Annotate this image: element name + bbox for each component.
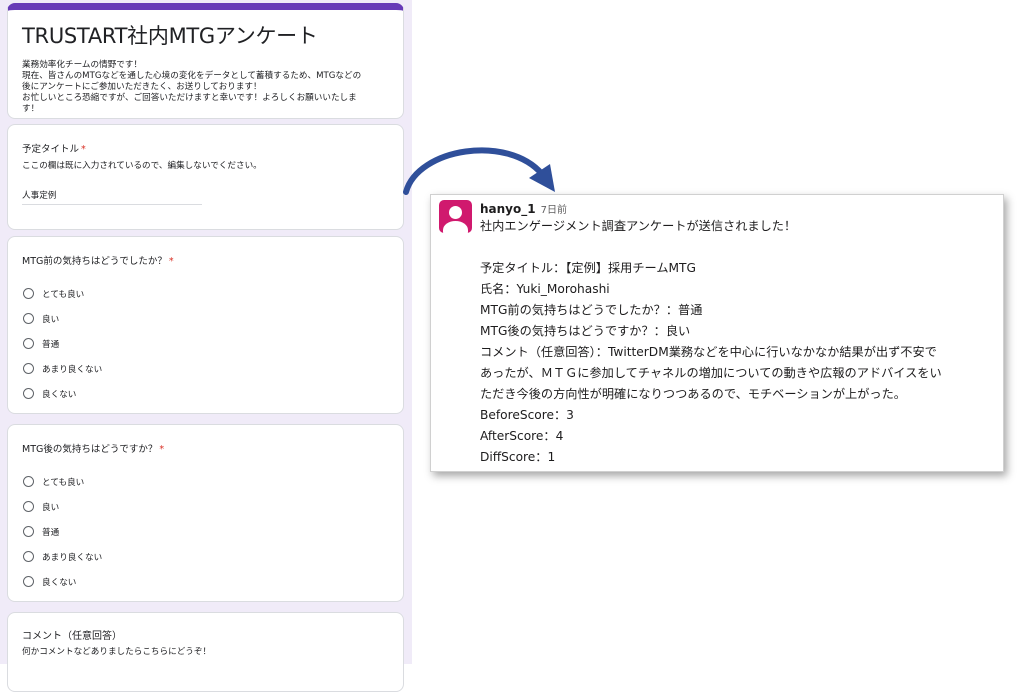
- question-label-text: 予定タイトル: [22, 144, 80, 155]
- radio-option-label: あまり良くない: [42, 552, 103, 563]
- radio-option[interactable]: 良くない: [22, 569, 102, 594]
- radio-button-icon[interactable]: [23, 551, 34, 562]
- form-description-line: 業務効率化チームの情野です！: [22, 60, 143, 70]
- radio-option[interactable]: とても良い: [22, 469, 102, 494]
- question-label-text: MTG前の気持ちはどうでしたか？: [22, 256, 167, 267]
- message-line: 氏名：Yuki_Morohashi: [480, 282, 610, 296]
- form-header-card: TRUSTART社内MTGアンケート 業務効率化チームの情野です！ 現在、皆さん…: [7, 3, 404, 119]
- required-mark: *: [81, 144, 86, 155]
- radio-group-before: とても良い 良い 普通 あまり良くない 良くない: [22, 281, 102, 406]
- message-line: AfterScore：4: [480, 429, 564, 443]
- message-line: BeforeScore：3: [480, 408, 574, 422]
- message-username[interactable]: hanyo_1: [480, 202, 536, 216]
- question-card-after: MTG後の気持ちはどうですか？ * とても良い 良い 普通 あまり良くない 良くな…: [7, 424, 404, 602]
- question-label: MTG後の気持ちはどうですか？ *: [22, 441, 389, 455]
- radio-option-label: あまり良くない: [42, 364, 103, 375]
- form-description: 業務効率化チームの情野です！ 現在、皆さんのMTGなどを通した心境の変化をデータ…: [22, 60, 389, 115]
- message-meta: hanyo_1 7日前: [480, 198, 567, 217]
- radio-button-icon[interactable]: [23, 526, 34, 537]
- radio-option[interactable]: あまり良くない: [22, 356, 102, 381]
- message-line: 予定タイトル：【定例】採用チームMTG: [480, 261, 696, 275]
- message-body: 社内エンゲージメント調査アンケートが送信されました！ 予定タイトル：【定例】採用…: [480, 216, 996, 468]
- question-help: 何かコメントなどありましたらこちらにどうぞ！: [22, 647, 212, 657]
- user-avatar-icon[interactable]: [439, 200, 472, 233]
- question-card-comment: コメント（任意回答） 何かコメントなどありましたらこちらにどうぞ！: [7, 612, 404, 692]
- radio-option-label: 良くない: [42, 389, 77, 400]
- required-mark: *: [159, 444, 165, 455]
- radio-option-label: 普通: [42, 527, 60, 538]
- radio-option-label: 良い: [42, 314, 60, 325]
- required-mark: *: [168, 256, 174, 267]
- radio-button-icon[interactable]: [23, 388, 34, 399]
- radio-option-label: 良くない: [42, 577, 77, 588]
- radio-option[interactable]: とても良い: [22, 281, 102, 306]
- radio-option[interactable]: 良くない: [22, 381, 102, 406]
- message-timestamp[interactable]: 7日前: [541, 205, 567, 216]
- form-panel: TRUSTART社内MTGアンケート 業務効率化チームの情野です！ 現在、皆さん…: [0, 0, 412, 692]
- question-label: コメント（任意回答）: [22, 631, 122, 642]
- radio-option[interactable]: 良い: [22, 306, 102, 331]
- chat-message-card: hanyo_1 7日前 社内エンゲージメント調査アンケートが送信されました！ 予定…: [430, 194, 1004, 472]
- radio-option-label: 普通: [42, 339, 60, 350]
- form-title: TRUSTART社内MTGアンケート: [22, 24, 318, 48]
- radio-option-label: とても良い: [42, 289, 85, 300]
- question-label: MTG前の気持ちはどうでしたか？ *: [22, 253, 389, 267]
- question-label-text: MTG後の気持ちはどうですか？: [22, 444, 158, 455]
- message-line: コメント（任意回答）：TwitterDM業務などを中心に行いなかなか結果が出ず不…: [480, 345, 937, 359]
- message-line: MTG後の気持ちはどうですか？：良い: [480, 324, 691, 338]
- radio-button-icon[interactable]: [23, 338, 34, 349]
- radio-option-label: 良い: [42, 502, 60, 513]
- radio-button-icon[interactable]: [23, 313, 34, 324]
- radio-group-after: とても良い 良い 普通 あまり良くない 良くない: [22, 469, 102, 594]
- message-line: 社内エンゲージメント調査アンケートが送信されました！: [480, 219, 797, 233]
- radio-option[interactable]: 良い: [22, 494, 102, 519]
- message-line: ただき今後の方向性が明確になりつつあるので、モチベーションが上がった。: [480, 387, 906, 401]
- radio-button-icon[interactable]: [23, 501, 34, 512]
- title-answer-input[interactable]: 人事定例: [22, 189, 202, 205]
- curved-arrow-icon: [403, 147, 555, 195]
- question-card-before: MTG前の気持ちはどうでしたか？ * とても良い 良い 普通 あまり良くない 良く…: [7, 236, 404, 414]
- question-card-title: 予定タイトル * ここの欄は既に入力されているので、編集しないでください。 人事定…: [7, 124, 404, 230]
- message-line: MTG前の気持ちはどうでしたか？：普通: [480, 303, 703, 317]
- question-help: ここの欄は既に入力されているので、編集しないでください。: [22, 161, 262, 171]
- radio-button-icon[interactable]: [23, 288, 34, 299]
- radio-option-label: とても良い: [42, 477, 85, 488]
- radio-button-icon[interactable]: [23, 576, 34, 587]
- form-description-line: 後にアンケートにご参加いただきたく、お送りしております！: [22, 82, 262, 92]
- form-description-line: 現在、皆さんのMTGなどを通した心境の変化をデータとして蓄積するため、MTGなど…: [22, 71, 362, 81]
- form-description-line: す！: [22, 104, 40, 114]
- message-line: あったが、ＭＴＧに参加してチャネルの増加についての動きや広報のアドバイスをい: [480, 366, 942, 380]
- message-line: DiffScore：1: [480, 450, 556, 464]
- radio-option[interactable]: 普通: [22, 519, 102, 544]
- radio-option[interactable]: 普通: [22, 331, 102, 356]
- form-description-line: お忙しいところ恐縮ですが、ご回答いただけますと幸いです！よろしくお願いいたしま: [22, 93, 357, 103]
- radio-option[interactable]: あまり良くない: [22, 544, 102, 569]
- radio-button-icon[interactable]: [23, 363, 34, 374]
- radio-button-icon[interactable]: [23, 476, 34, 487]
- question-label: 予定タイトル *: [22, 141, 389, 155]
